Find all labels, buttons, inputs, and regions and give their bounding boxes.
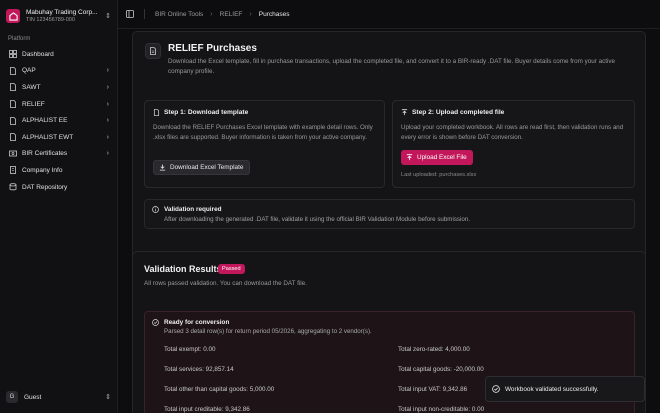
certificate-icon [9,150,17,157]
sidebar-item-label: DAT Repository [22,183,68,191]
topbar: BIR Online Tools › RELIEF › Purchases [118,0,660,29]
company-tin: TIN 123456789-000 [26,17,75,23]
file-icon [153,109,160,116]
sidebar-item-label: SAWT [22,83,41,91]
check-circle-icon [152,319,159,326]
chevron-right-icon: › [106,117,109,125]
chevron-right-icon: › [210,10,213,18]
download-icon [159,164,166,171]
sidebar-item-label: Company Info [22,166,63,174]
document-icon [10,100,16,108]
sidebar-item-dashboard[interactable]: Dashboard [5,46,113,63]
sidebar-toggle-icon[interactable] [126,10,134,18]
document-icon [10,133,16,142]
info-circle-icon [152,206,159,213]
breadcrumb-item[interactable]: RELIEF [220,11,243,18]
step-upload-file: Step 2: Upload completed file Upload you… [392,100,635,188]
upload-excel-button[interactable]: Upload Excel File [401,150,473,165]
database-icon [9,183,17,191]
step-description: Upload your completed workbook. All rows… [401,124,624,141]
sidebar-item-alphalist-ewt[interactable]: ALPHALIST EWT › [5,129,113,146]
chevron-right-icon: › [249,10,252,18]
upload-icon [401,109,408,116]
chevron-right-icon: › [106,150,109,158]
sidebar-item-label: RELIEF [22,100,45,108]
check-circle-icon [492,385,500,393]
page-description: Download the Excel template, fill in pur… [168,58,616,75]
chevron-right-icon: › [106,67,109,75]
upload-icon [406,154,413,161]
step-description: Download the RELIEF Purchases Excel temp… [153,124,373,141]
document-icon [10,83,16,92]
sidebar-item-relief[interactable]: RELIEF › [5,96,113,113]
relief-purchases-card: RELIEF Purchases Download the Excel temp… [132,31,646,268]
sidebar-item-company-info[interactable]: Company Info [5,162,113,179]
toast-notification: Workbook validated successfully. [485,376,645,402]
total-services: Total services: 92,857.14 [164,366,234,373]
alert-description: Parsed 3 detail row(s) for return period… [164,328,372,335]
sidebar-nav: Dashboard QAP › SAWT › RELIEF › ALPHALIS… [5,46,113,195]
step-title: Step 1: Download template [164,109,249,116]
sidebar-item-bir-certificates[interactable]: BIR Certificates › [5,146,113,163]
validation-required-alert: Validation required After downloading th… [144,199,635,229]
sidebar-item-dat-repository[interactable]: DAT Repository [5,179,113,196]
section-label: Platform [8,36,31,42]
dashboard-icon [9,50,17,59]
page-title: RELIEF Purchases [168,43,257,54]
alert-title: Ready for conversion [164,319,230,326]
file-text-icon [145,43,161,59]
total-capital-goods: Total capital goods: -20,000.00 [398,366,484,373]
download-template-button[interactable]: Download Excel Template [153,160,251,175]
download-template-label: Download Excel Template [170,164,244,171]
sidebar: Mabuhay Trading Corp... TIN 123456789-00… [0,0,118,413]
company-logo-icon [6,9,20,23]
alert-description: After downloading the generated .DAT fil… [164,216,470,223]
total-input-vat: Total input VAT: 9,342.86 [398,386,468,393]
sidebar-item-label: ALPHALIST EWT [22,133,74,141]
sidebar-item-label: QAP [22,67,36,75]
breadcrumb: BIR Online Tools › RELIEF › Purchases [155,11,289,18]
sidebar-item-label: ALPHALIST EE [22,117,68,125]
sidebar-item-sawt[interactable]: SAWT › [5,79,113,96]
section-title: Validation Results [144,264,222,274]
document-icon [10,66,16,75]
total-input-creditable: Total input creditable: 9,342.86 [164,406,250,413]
last-uploaded-text: Last uploaded: purchases.xlsx [401,172,477,178]
total-input-non-creditable: Total input non-creditable: 0.00 [398,406,485,413]
user-name: Guest [24,393,42,401]
company-text: Mabuhay Trading Corp... TIN 123456789-00… [26,9,104,23]
avatar: G [6,391,18,403]
alert-title: Validation required [164,206,222,213]
chevron-right-icon: › [106,100,109,108]
toast-message: Workbook validated successfully. [505,385,599,393]
chevron-right-icon: › [106,83,109,91]
status-badge: Passed [218,264,245,274]
sidebar-item-qap[interactable]: QAP › [5,63,113,80]
breadcrumb-current: Purchases [258,10,290,18]
step-header: Step 2: Upload completed file [401,109,504,116]
total-exempt: Total exempt: 0.00 [164,346,216,353]
sidebar-item-label: Dashboard [22,50,54,58]
step-download-template: Step 1: Download template Download the R… [144,100,385,188]
user-menu[interactable]: G Guest ⇕ [6,390,112,404]
document-icon [10,116,16,125]
step-header: Step 1: Download template [153,109,248,116]
step-title: Step 2: Upload completed file [412,109,505,116]
company-switcher[interactable]: Mabuhay Trading Corp... TIN 123456789-00… [6,7,112,25]
section-description: All rows passed validation. You can down… [144,280,307,287]
chevrons-up-down-icon: ⇕ [105,13,111,20]
total-zero-rated: Total zero-rated: 4,000.00 [398,346,470,353]
sidebar-item-label: BIR Certificates [22,150,68,158]
chevron-right-icon: › [106,133,109,141]
breadcrumb-item[interactable]: BIR Online Tools [155,11,203,18]
upload-excel-label: Upload Excel File [417,154,467,161]
divider [144,9,145,19]
company-name: Mabuhay Trading Corp... [26,9,98,16]
sidebar-item-alphalist-ee[interactable]: ALPHALIST EE › [5,112,113,129]
building-icon [10,166,16,175]
main-content: RELIEF Purchases Download the Excel temp… [118,29,660,413]
chevrons-up-down-icon: ⇕ [105,394,111,401]
total-other-capital-goods: Total other than capital goods: 5,000.00 [164,386,275,393]
